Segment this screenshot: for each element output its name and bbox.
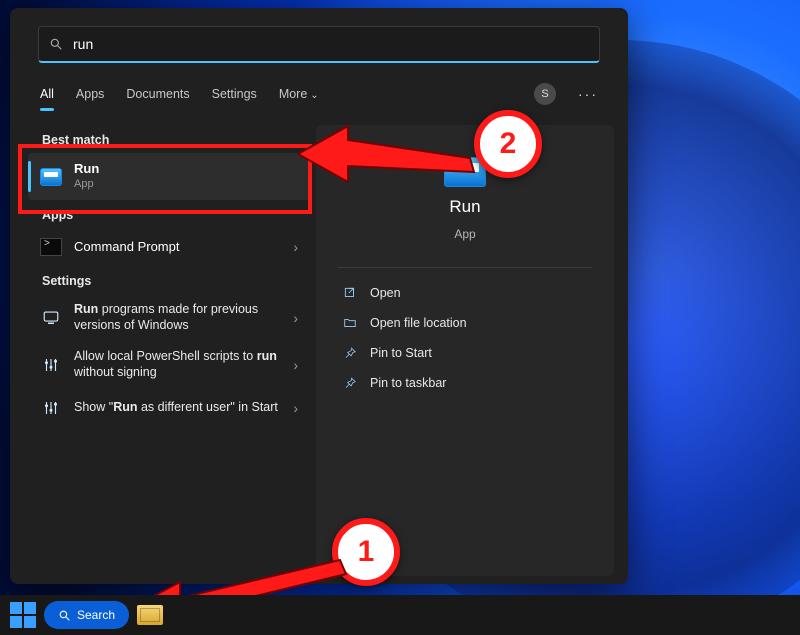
result-run-app[interactable]: Run App bbox=[28, 153, 310, 200]
pin-icon bbox=[342, 345, 358, 361]
taskbar-search-button[interactable]: Search bbox=[44, 601, 129, 629]
tab-more[interactable]: More⌄ bbox=[279, 81, 319, 107]
search-box[interactable] bbox=[38, 26, 600, 63]
tab-all[interactable]: All bbox=[40, 81, 54, 107]
results-left-column: Best match Run App Apps Command Prompt ›… bbox=[28, 125, 310, 576]
start-button[interactable] bbox=[10, 602, 36, 628]
result-setting-powershell[interactable]: Allow local PowerShell scripts to run wi… bbox=[28, 341, 310, 388]
tab-documents[interactable]: Documents bbox=[126, 81, 189, 107]
section-apps: Apps bbox=[42, 208, 296, 222]
action-pin-taskbar[interactable]: Pin to taskbar bbox=[338, 368, 592, 398]
result-command-prompt[interactable]: Command Prompt › bbox=[28, 228, 310, 266]
detail-pane: Run App Open Open file location Pin to S… bbox=[316, 125, 614, 576]
folder-icon bbox=[342, 315, 358, 331]
chevron-right-icon: › bbox=[293, 357, 298, 373]
taskbar: Search bbox=[0, 595, 800, 635]
divider bbox=[338, 267, 592, 268]
search-input[interactable] bbox=[71, 35, 589, 53]
section-best-match: Best match bbox=[42, 133, 296, 147]
taskbar-app-icon[interactable] bbox=[137, 605, 163, 625]
tab-apps[interactable]: Apps bbox=[76, 81, 105, 107]
overflow-menu[interactable]: ··· bbox=[578, 86, 598, 102]
search-icon bbox=[58, 609, 71, 622]
filter-tabs: All Apps Documents Settings More⌄ S ··· bbox=[10, 71, 628, 107]
chevron-down-icon: ⌄ bbox=[310, 90, 318, 101]
action-pin-start[interactable]: Pin to Start bbox=[338, 338, 592, 368]
detail-subtitle: App bbox=[454, 227, 475, 241]
action-open[interactable]: Open bbox=[338, 278, 592, 308]
result-setting-runas[interactable]: Show "Run as different user" in Start › bbox=[28, 389, 310, 427]
user-avatar[interactable]: S bbox=[534, 83, 556, 105]
action-open-location[interactable]: Open file location bbox=[338, 308, 592, 338]
chevron-right-icon: › bbox=[293, 400, 298, 416]
run-icon bbox=[40, 166, 62, 188]
chevron-right-icon: › bbox=[293, 239, 298, 255]
start-search-panel: All Apps Documents Settings More⌄ S ··· … bbox=[10, 8, 628, 584]
tab-settings[interactable]: Settings bbox=[212, 81, 257, 107]
section-settings: Settings bbox=[42, 274, 296, 288]
pin-icon bbox=[342, 375, 358, 391]
detail-title: Run bbox=[449, 197, 480, 217]
settings-icon bbox=[40, 307, 62, 329]
run-icon-large bbox=[444, 157, 486, 187]
search-icon bbox=[49, 37, 63, 51]
sliders-icon bbox=[40, 354, 62, 376]
sliders-icon bbox=[40, 397, 62, 419]
result-setting-compat[interactable]: Run programs made for previous versions … bbox=[28, 294, 310, 341]
open-icon bbox=[342, 285, 358, 301]
chevron-right-icon: › bbox=[293, 310, 298, 326]
terminal-icon bbox=[40, 236, 62, 258]
